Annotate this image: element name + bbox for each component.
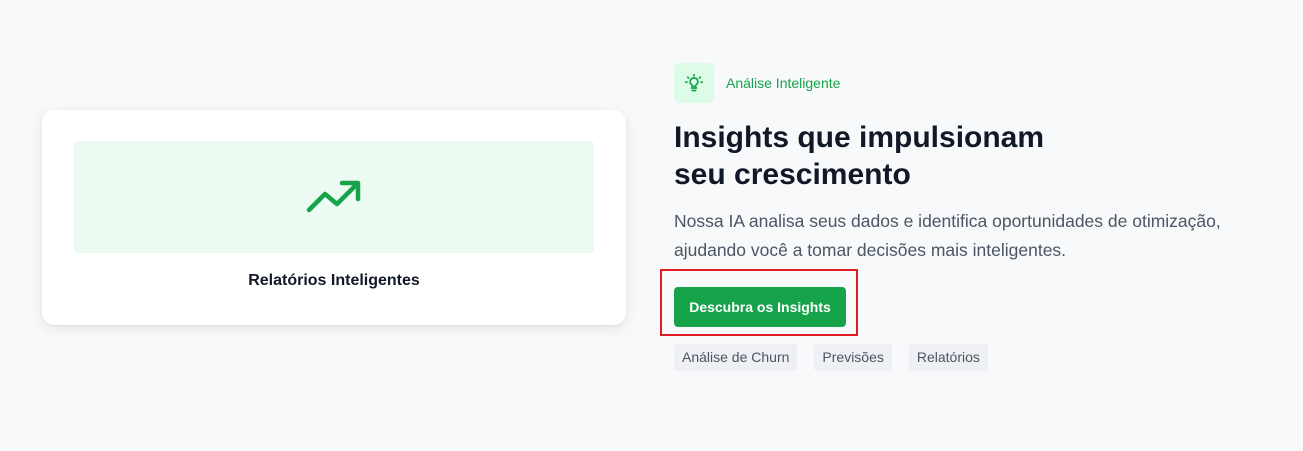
feature-badge: Análise Inteligente bbox=[674, 63, 1274, 103]
feature-card: Relatórios Inteligentes bbox=[42, 110, 626, 325]
lightbulb-icon bbox=[674, 63, 714, 103]
cta-highlight: Descubra os Insights bbox=[660, 269, 858, 336]
feature-description: Nossa IA analisa seus dados e identifica… bbox=[674, 211, 1221, 260]
card-title: Relatórios Inteligentes bbox=[248, 272, 420, 289]
discover-insights-button[interactable]: Descubra os Insights bbox=[674, 287, 846, 327]
badge-label: Análise Inteligente bbox=[726, 75, 841, 91]
trending-up-icon bbox=[306, 179, 362, 215]
page: Relatórios Inteligentes Análise Intelige… bbox=[0, 0, 1303, 451]
tag-reports: Relatórios bbox=[908, 344, 988, 371]
tag-list: Análise de Churn Previsões Relatórios bbox=[674, 344, 988, 371]
feature-content: Análise Inteligente Insights que impulsi… bbox=[660, 63, 1274, 371]
card-visual bbox=[74, 141, 594, 253]
tag-forecasts: Previsões bbox=[814, 344, 892, 371]
page-title: Insights que impulsionam seu crescimento bbox=[674, 121, 1045, 191]
tag-churn-analysis: Análise de Churn bbox=[674, 344, 798, 371]
